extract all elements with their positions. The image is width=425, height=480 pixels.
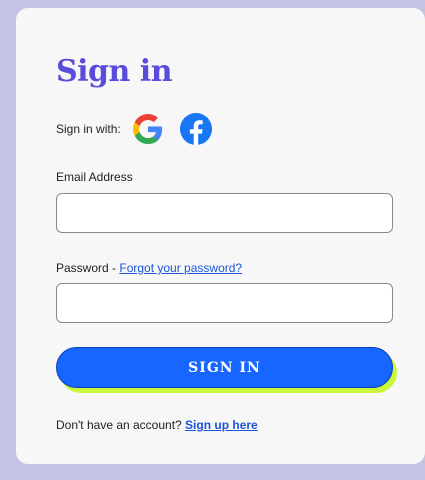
password-label: Password - <box>56 261 120 275</box>
email-field[interactable] <box>56 193 393 233</box>
facebook-signin-button[interactable] <box>179 112 213 146</box>
signup-prompt: Don't have an account? Sign up here <box>56 418 258 432</box>
email-label: Email Address <box>56 170 133 184</box>
signin-button[interactable]: SIGN IN <box>56 347 393 388</box>
social-signin-label: Sign in with: <box>56 122 121 136</box>
google-icon <box>132 114 162 144</box>
facebook-icon <box>179 113 212 145</box>
password-field[interactable] <box>56 283 393 323</box>
password-label-row: Password - Forgot your password? <box>56 261 242 275</box>
social-signin-row: Sign in with: <box>56 112 213 146</box>
page-title: Sign in <box>56 54 173 89</box>
google-signin-button[interactable] <box>131 112 165 146</box>
signin-card: Sign in Sign in with: <box>16 8 425 464</box>
signup-prompt-text: Don't have an account? <box>56 418 186 432</box>
forgot-password-link[interactable]: Forgot your password? <box>119 261 242 275</box>
signin-button-wrapper: SIGN IN <box>56 347 397 393</box>
signup-link[interactable]: Sign up here <box>185 418 258 432</box>
